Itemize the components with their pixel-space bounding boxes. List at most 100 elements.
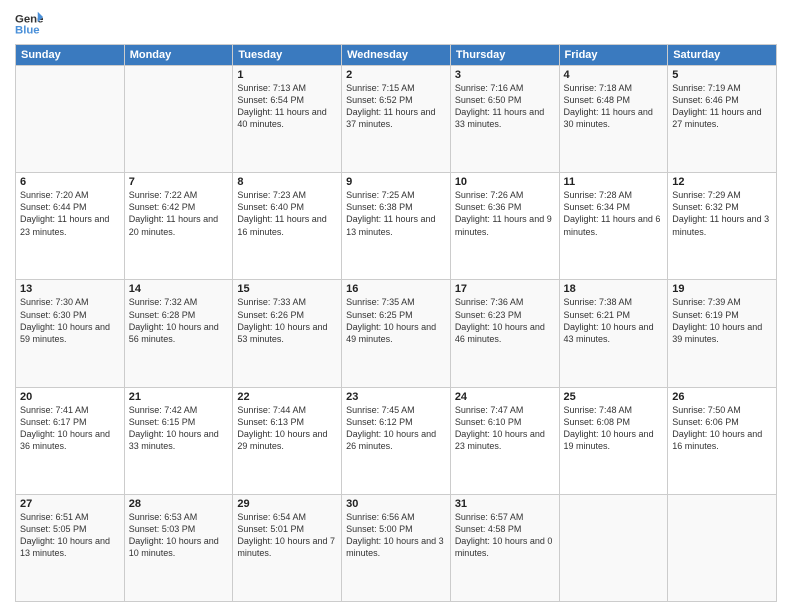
day-number: 27 (20, 498, 120, 510)
day-info: Sunrise: 7:39 AM Sunset: 6:19 PM Dayligh… (672, 296, 772, 345)
day-info: Sunrise: 7:42 AM Sunset: 6:15 PM Dayligh… (129, 404, 229, 453)
day-number: 2 (346, 69, 446, 81)
logo-icon: General Blue (15, 10, 43, 38)
day-info: Sunrise: 7:36 AM Sunset: 6:23 PM Dayligh… (455, 296, 555, 345)
calendar-cell: 20Sunrise: 7:41 AM Sunset: 6:17 PM Dayli… (16, 387, 125, 494)
calendar-cell: 23Sunrise: 7:45 AM Sunset: 6:12 PM Dayli… (342, 387, 451, 494)
day-info: Sunrise: 7:25 AM Sunset: 6:38 PM Dayligh… (346, 189, 446, 238)
calendar-cell: 5Sunrise: 7:19 AM Sunset: 6:46 PM Daylig… (668, 66, 777, 173)
day-number: 3 (455, 69, 555, 81)
calendar-week-row: 27Sunrise: 6:51 AM Sunset: 5:05 PM Dayli… (16, 494, 777, 601)
calendar-cell: 1Sunrise: 7:13 AM Sunset: 6:54 PM Daylig… (233, 66, 342, 173)
calendar-cell: 31Sunrise: 6:57 AM Sunset: 4:58 PM Dayli… (450, 494, 559, 601)
calendar-cell: 24Sunrise: 7:47 AM Sunset: 6:10 PM Dayli… (450, 387, 559, 494)
calendar-week-row: 1Sunrise: 7:13 AM Sunset: 6:54 PM Daylig… (16, 66, 777, 173)
day-info: Sunrise: 7:19 AM Sunset: 6:46 PM Dayligh… (672, 82, 772, 131)
day-info: Sunrise: 7:18 AM Sunset: 6:48 PM Dayligh… (564, 82, 664, 131)
day-number: 12 (672, 176, 772, 188)
weekday-header: Sunday (16, 45, 125, 66)
day-number: 15 (237, 283, 337, 295)
calendar-cell: 30Sunrise: 6:56 AM Sunset: 5:00 PM Dayli… (342, 494, 451, 601)
day-number: 10 (455, 176, 555, 188)
day-info: Sunrise: 6:51 AM Sunset: 5:05 PM Dayligh… (20, 511, 120, 560)
calendar-cell: 6Sunrise: 7:20 AM Sunset: 6:44 PM Daylig… (16, 173, 125, 280)
calendar-cell: 29Sunrise: 6:54 AM Sunset: 5:01 PM Dayli… (233, 494, 342, 601)
day-number: 21 (129, 391, 229, 403)
day-info: Sunrise: 7:33 AM Sunset: 6:26 PM Dayligh… (237, 296, 337, 345)
day-info: Sunrise: 7:38 AM Sunset: 6:21 PM Dayligh… (564, 296, 664, 345)
svg-text:Blue: Blue (15, 25, 40, 37)
day-number: 23 (346, 391, 446, 403)
calendar-week-row: 20Sunrise: 7:41 AM Sunset: 6:17 PM Dayli… (16, 387, 777, 494)
weekday-header: Wednesday (342, 45, 451, 66)
day-info: Sunrise: 7:32 AM Sunset: 6:28 PM Dayligh… (129, 296, 229, 345)
day-info: Sunrise: 7:23 AM Sunset: 6:40 PM Dayligh… (237, 189, 337, 238)
day-info: Sunrise: 6:56 AM Sunset: 5:00 PM Dayligh… (346, 511, 446, 560)
day-number: 28 (129, 498, 229, 510)
day-number: 13 (20, 283, 120, 295)
day-number: 29 (237, 498, 337, 510)
page: General Blue SundayMondayTuesdayWednesda… (0, 0, 792, 612)
calendar-cell: 21Sunrise: 7:42 AM Sunset: 6:15 PM Dayli… (124, 387, 233, 494)
day-number: 18 (564, 283, 664, 295)
calendar-header-row: SundayMondayTuesdayWednesdayThursdayFrid… (16, 45, 777, 66)
calendar-cell: 19Sunrise: 7:39 AM Sunset: 6:19 PM Dayli… (668, 280, 777, 387)
calendar-cell (559, 494, 668, 601)
calendar-cell: 7Sunrise: 7:22 AM Sunset: 6:42 PM Daylig… (124, 173, 233, 280)
calendar-cell: 28Sunrise: 6:53 AM Sunset: 5:03 PM Dayli… (124, 494, 233, 601)
calendar-cell: 22Sunrise: 7:44 AM Sunset: 6:13 PM Dayli… (233, 387, 342, 494)
calendar-cell: 12Sunrise: 7:29 AM Sunset: 6:32 PM Dayli… (668, 173, 777, 280)
calendar-cell (668, 494, 777, 601)
calendar-week-row: 6Sunrise: 7:20 AM Sunset: 6:44 PM Daylig… (16, 173, 777, 280)
calendar-cell: 14Sunrise: 7:32 AM Sunset: 6:28 PM Dayli… (124, 280, 233, 387)
weekday-header: Saturday (668, 45, 777, 66)
weekday-header: Friday (559, 45, 668, 66)
day-number: 5 (672, 69, 772, 81)
calendar-cell: 15Sunrise: 7:33 AM Sunset: 6:26 PM Dayli… (233, 280, 342, 387)
weekday-header: Tuesday (233, 45, 342, 66)
calendar-cell: 18Sunrise: 7:38 AM Sunset: 6:21 PM Dayli… (559, 280, 668, 387)
day-number: 19 (672, 283, 772, 295)
calendar-cell: 4Sunrise: 7:18 AM Sunset: 6:48 PM Daylig… (559, 66, 668, 173)
calendar-cell: 3Sunrise: 7:16 AM Sunset: 6:50 PM Daylig… (450, 66, 559, 173)
day-number: 24 (455, 391, 555, 403)
calendar-cell (124, 66, 233, 173)
day-number: 7 (129, 176, 229, 188)
day-number: 31 (455, 498, 555, 510)
calendar-week-row: 13Sunrise: 7:30 AM Sunset: 6:30 PM Dayli… (16, 280, 777, 387)
day-number: 25 (564, 391, 664, 403)
day-info: Sunrise: 7:13 AM Sunset: 6:54 PM Dayligh… (237, 82, 337, 131)
day-number: 22 (237, 391, 337, 403)
day-info: Sunrise: 6:54 AM Sunset: 5:01 PM Dayligh… (237, 511, 337, 560)
day-info: Sunrise: 7:30 AM Sunset: 6:30 PM Dayligh… (20, 296, 120, 345)
day-number: 14 (129, 283, 229, 295)
day-number: 9 (346, 176, 446, 188)
day-info: Sunrise: 6:57 AM Sunset: 4:58 PM Dayligh… (455, 511, 555, 560)
day-number: 6 (20, 176, 120, 188)
day-info: Sunrise: 7:28 AM Sunset: 6:34 PM Dayligh… (564, 189, 664, 238)
day-info: Sunrise: 7:20 AM Sunset: 6:44 PM Dayligh… (20, 189, 120, 238)
weekday-header: Thursday (450, 45, 559, 66)
calendar-cell: 27Sunrise: 6:51 AM Sunset: 5:05 PM Dayli… (16, 494, 125, 601)
calendar-cell (16, 66, 125, 173)
day-number: 30 (346, 498, 446, 510)
day-number: 1 (237, 69, 337, 81)
day-number: 26 (672, 391, 772, 403)
calendar-cell: 9Sunrise: 7:25 AM Sunset: 6:38 PM Daylig… (342, 173, 451, 280)
day-info: Sunrise: 7:44 AM Sunset: 6:13 PM Dayligh… (237, 404, 337, 453)
day-info: Sunrise: 7:50 AM Sunset: 6:06 PM Dayligh… (672, 404, 772, 453)
day-number: 17 (455, 283, 555, 295)
day-number: 11 (564, 176, 664, 188)
calendar-cell: 10Sunrise: 7:26 AM Sunset: 6:36 PM Dayli… (450, 173, 559, 280)
calendar-cell: 16Sunrise: 7:35 AM Sunset: 6:25 PM Dayli… (342, 280, 451, 387)
day-number: 16 (346, 283, 446, 295)
day-info: Sunrise: 7:22 AM Sunset: 6:42 PM Dayligh… (129, 189, 229, 238)
day-info: Sunrise: 7:15 AM Sunset: 6:52 PM Dayligh… (346, 82, 446, 131)
logo: General Blue (15, 10, 43, 38)
day-info: Sunrise: 6:53 AM Sunset: 5:03 PM Dayligh… (129, 511, 229, 560)
calendar-cell: 25Sunrise: 7:48 AM Sunset: 6:08 PM Dayli… (559, 387, 668, 494)
day-number: 8 (237, 176, 337, 188)
day-number: 20 (20, 391, 120, 403)
day-info: Sunrise: 7:47 AM Sunset: 6:10 PM Dayligh… (455, 404, 555, 453)
calendar-cell: 13Sunrise: 7:30 AM Sunset: 6:30 PM Dayli… (16, 280, 125, 387)
